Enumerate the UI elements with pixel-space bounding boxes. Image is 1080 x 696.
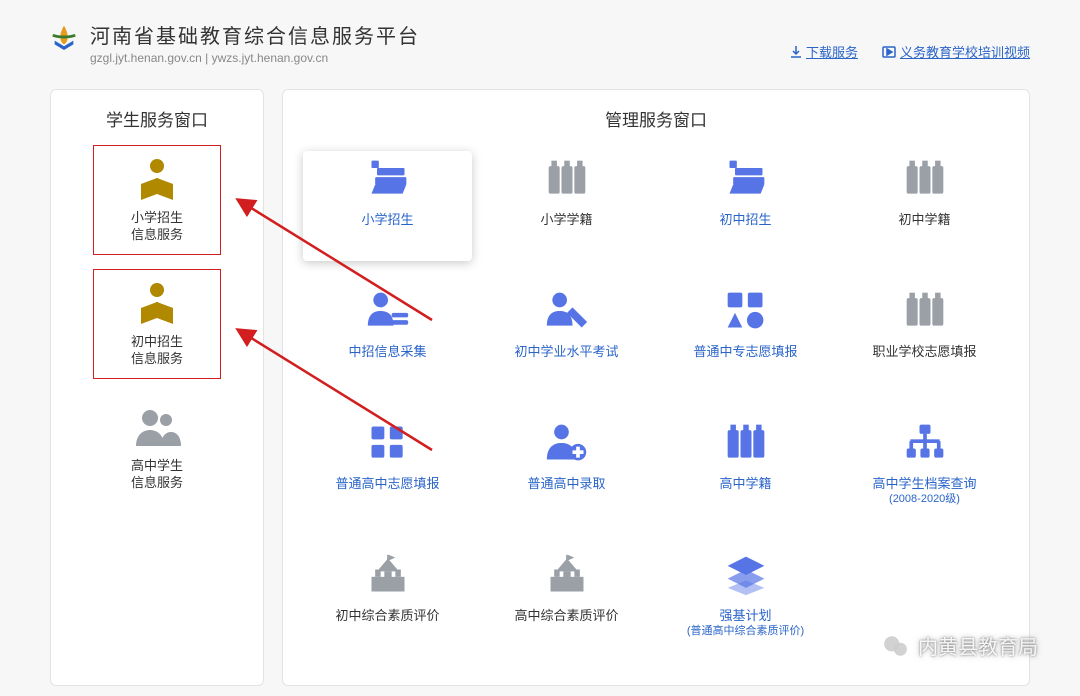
binders-icon (541, 157, 593, 201)
admin-label: 高中综合素质评价 (514, 607, 618, 625)
admin-item-9[interactable]: 普通高中录取 (482, 415, 651, 525)
user-edit-icon (541, 289, 593, 333)
video-label: 义务教育学校培训视频 (900, 42, 1030, 61)
student-label-line2: 信息服务 (131, 475, 183, 492)
admin-label: 初中招生 (719, 211, 771, 229)
page-header: 河南省基础教育综合信息服务平台 gzgl.jyt.henan.gov.cn | … (50, 20, 1030, 65)
admin-label: 普通高中志愿填报 (335, 475, 439, 493)
layers-icon (720, 553, 772, 597)
student-item-1[interactable]: 初中招生信息服务 (93, 269, 221, 379)
main-panels: 学生服务窗口 小学招生信息服务初中招生信息服务高中学生信息服务 管理服务窗口 小… (50, 89, 1030, 686)
admin-panel-title: 管理服务窗口 (297, 106, 1015, 131)
binders-icon (720, 421, 772, 465)
hierarchy-icon (899, 421, 951, 465)
video-icon (882, 46, 896, 58)
admin-item-8[interactable]: 普通高中志愿填报 (303, 415, 472, 525)
student-item-0[interactable]: 小学招生信息服务 (93, 145, 221, 255)
student-item-2[interactable]: 高中学生信息服务 (93, 393, 221, 503)
download-label: 下载服务 (806, 42, 858, 61)
admin-sublabel: (普通高中综合素质评价) (687, 625, 804, 639)
admin-label: 初中学籍 (898, 211, 950, 229)
student-label-line1: 高中学生 (131, 458, 183, 475)
admin-item-6[interactable]: 普通中专志愿填报 (661, 283, 830, 393)
admin-label: 普通中专志愿填报 (693, 343, 797, 361)
student-panel-title: 学生服务窗口 (65, 106, 249, 131)
student-icon (133, 404, 181, 452)
books-icon (362, 157, 414, 201)
admin-item-0[interactable]: 小学招生 (303, 151, 472, 261)
admin-item-13[interactable]: 高中综合素质评价 (482, 547, 651, 657)
admin-item-14[interactable]: 强基计划(普通高中综合素质评价) (661, 547, 830, 657)
student-label-line1: 初中招生 (131, 334, 183, 351)
grid4-icon (362, 421, 414, 465)
admin-panel: 管理服务窗口 小学招生 小学学籍 初中招生 初中学籍中招信息采集 初中学业水平考试 普通中… (282, 89, 1030, 686)
admin-label: 初中学业水平考试 (514, 343, 618, 361)
admin-grid: 小学招生 小学学籍 初中招生 初中学籍中招信息采集 初中学业水平考试 普通中专志愿填报 职业… (297, 145, 1015, 667)
student-panel: 学生服务窗口 小学招生信息服务初中招生信息服务高中学生信息服务 (50, 89, 264, 686)
admin-item-7[interactable]: 职业学校志愿填报 (840, 283, 1009, 393)
admin-item-5[interactable]: 初中学业水平考试 (482, 283, 651, 393)
header-links: 下载服务 义务教育学校培训视频 (790, 42, 1030, 61)
download-icon (790, 46, 802, 58)
video-link[interactable]: 义务教育学校培训视频 (882, 42, 1030, 61)
student-icon (133, 156, 181, 204)
admin-label: 普通高中录取 (527, 475, 605, 493)
student-list: 小学招生信息服务初中招生信息服务高中学生信息服务 (65, 145, 249, 503)
student-label-line2: 信息服务 (131, 351, 183, 368)
header-left: 河南省基础教育综合信息服务平台 gzgl.jyt.henan.gov.cn | … (50, 20, 420, 65)
admin-label: 高中学籍 (719, 475, 771, 493)
school-icon (362, 553, 414, 597)
admin-item-2[interactable]: 初中招生 (661, 151, 830, 261)
logo-icon (50, 22, 78, 50)
admin-item-10[interactable]: 高中学籍 (661, 415, 830, 525)
admin-sublabel: (2008-2020级) (889, 493, 960, 507)
page-title: 河南省基础教育综合信息服务平台 (90, 20, 420, 49)
admin-label: 小学招生 (361, 211, 413, 229)
admin-label: 职业学校志愿填报 (872, 343, 976, 361)
binders-icon (899, 289, 951, 333)
student-label-line1: 小学招生 (131, 210, 183, 227)
admin-item-1[interactable]: 小学学籍 (482, 151, 651, 261)
admin-item-3[interactable]: 初中学籍 (840, 151, 1009, 261)
user-list-icon (362, 289, 414, 333)
admin-item-12[interactable]: 初中综合素质评价 (303, 547, 472, 657)
page-subtitle: gzgl.jyt.henan.gov.cn | ywzs.jyt.henan.g… (90, 51, 420, 65)
download-link[interactable]: 下载服务 (790, 42, 858, 61)
books-icon (720, 157, 772, 201)
shapes-icon (720, 289, 772, 333)
admin-item-11[interactable]: 高中学生档案查询(2008-2020级) (840, 415, 1009, 525)
user-add-icon (541, 421, 593, 465)
binders-icon (899, 157, 951, 201)
student-label-line2: 信息服务 (131, 227, 183, 244)
admin-label: 初中综合素质评价 (335, 607, 439, 625)
student-icon (133, 280, 181, 328)
admin-label: 小学学籍 (540, 211, 592, 229)
school-icon (541, 553, 593, 597)
admin-label: 高中学生档案查询 (872, 475, 976, 493)
admin-label: 强基计划 (719, 607, 771, 625)
title-block: 河南省基础教育综合信息服务平台 gzgl.jyt.henan.gov.cn | … (90, 20, 420, 65)
admin-item-4[interactable]: 中招信息采集 (303, 283, 472, 393)
admin-label: 中招信息采集 (348, 343, 426, 361)
